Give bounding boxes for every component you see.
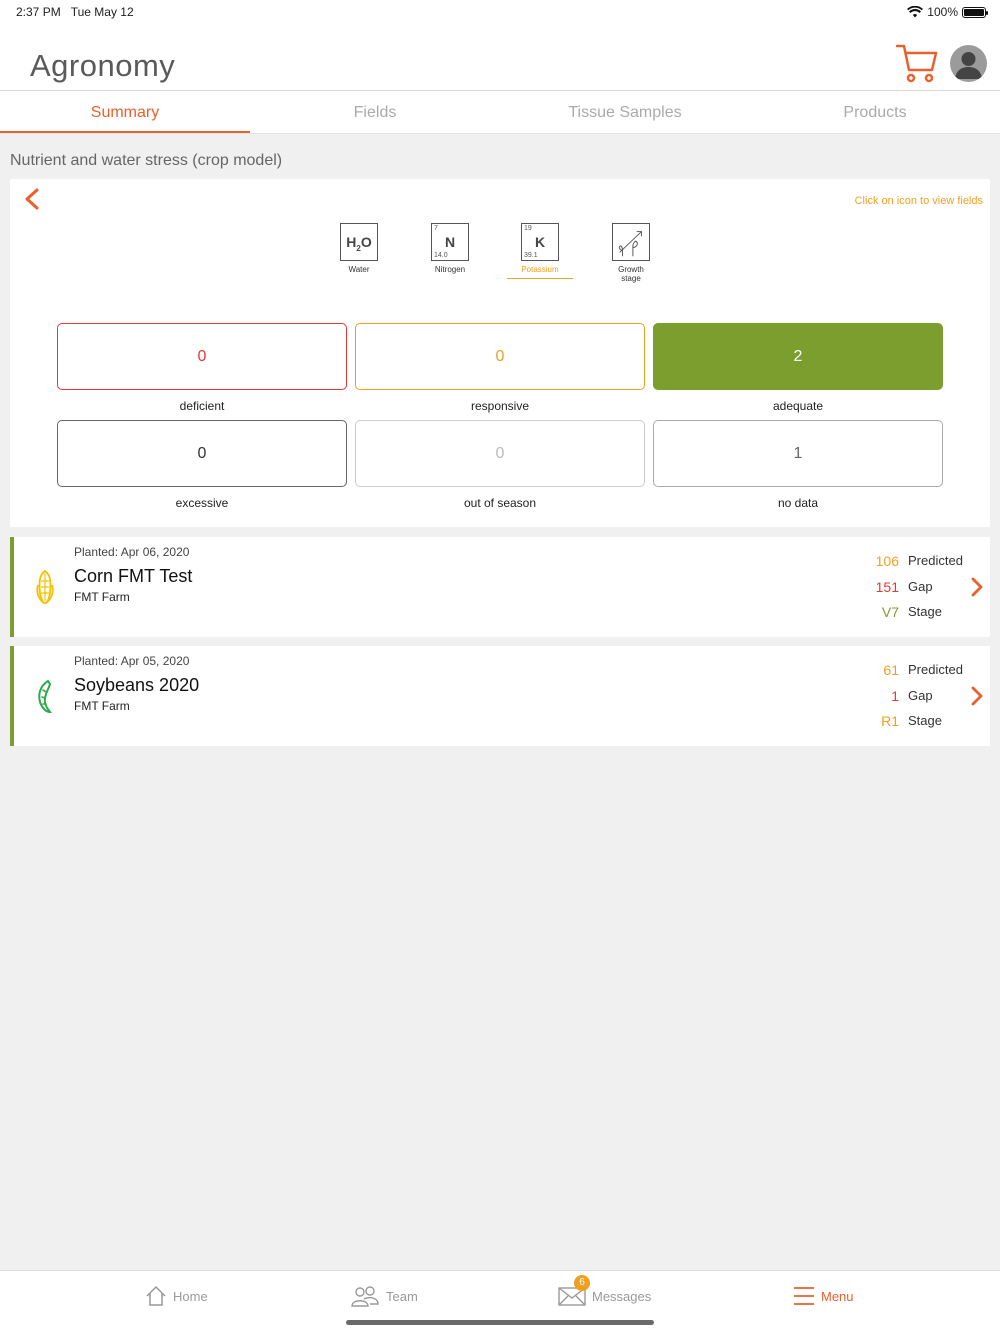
wifi-icon <box>907 6 924 18</box>
farm-name: FMT Farm <box>74 699 130 713</box>
metric-gap: 1 Gap <box>834 688 974 704</box>
nav-home[interactable]: Home <box>145 1285 208 1307</box>
stat-label: excessive <box>175 496 229 510</box>
battery-icon <box>962 6 988 18</box>
metric-label: Gap <box>908 579 933 594</box>
element-symbol: N <box>444 234 456 250</box>
stat-label: no data <box>777 496 819 510</box>
chevron-right-icon[interactable] <box>970 577 984 597</box>
page-title: Agronomy <box>30 48 176 83</box>
metric-value: 151 <box>875 579 899 595</box>
team-icon <box>351 1286 379 1307</box>
metric-stage: R1 Stage <box>834 713 974 729</box>
active-underline <box>507 278 573 279</box>
element-symbol: K <box>534 234 546 250</box>
home-icon <box>146 1286 166 1306</box>
field-card-corn[interactable]: Planted: Apr 06, 2020 Corn FMT Test FMT … <box>10 537 990 637</box>
chevron-right-icon[interactable] <box>970 686 984 706</box>
farm-name: FMT Farm <box>74 590 130 604</box>
nav-label: Home <box>173 1288 208 1304</box>
nav-menu[interactable]: Menu <box>793 1285 854 1307</box>
back-chevron-icon[interactable] <box>22 187 42 211</box>
tab-bar: Summary Fields Tissue Samples Products <box>0 90 1000 133</box>
metric-stage: V7 Stage <box>834 604 974 620</box>
water-icon: H2O <box>340 223 378 261</box>
metric-label: Stage <box>908 604 942 619</box>
atomic-mass: 14.0 <box>434 252 448 259</box>
app-header: Agronomy <box>0 24 1000 90</box>
tab-fields[interactable]: Fields <box>250 91 500 133</box>
menu-icon <box>794 1287 814 1305</box>
atomic-mass: 39.1 <box>524 252 538 259</box>
tab-products[interactable]: Products <box>750 91 1000 133</box>
metric-predicted: 106 Predicted <box>834 553 974 569</box>
planted-date: Planted: Apr 05, 2020 <box>74 654 190 668</box>
metric-value: 106 <box>875 553 899 569</box>
stat-adequate[interactable]: 2 <box>653 323 943 390</box>
hint-text: Click on icon to view fields <box>854 195 983 207</box>
stat-no-data[interactable]: 1 <box>653 420 943 487</box>
tab-tissue-samples[interactable]: Tissue Samples <box>500 91 750 133</box>
metric-value: 1 <box>891 688 899 704</box>
stat-label: adequate <box>772 399 824 413</box>
messages-badge: 6 <box>574 1275 590 1291</box>
status-time: 2:37 PM Tue May 12 <box>16 5 134 19</box>
metric-value: V7 <box>881 604 899 620</box>
nutrient-water[interactable]: H2O Water <box>319 223 399 274</box>
stat-label: out of season <box>463 496 537 510</box>
nav-team[interactable]: Team <box>350 1285 418 1307</box>
nutrient-label: Potassium <box>521 265 559 274</box>
stat-value: 1 <box>793 444 803 462</box>
stat-value: 0 <box>495 347 505 365</box>
metric-label: Predicted <box>908 662 963 677</box>
nutrient-growth-stage[interactable]: Growth stage <box>591 223 671 283</box>
metric-value: 61 <box>883 662 899 678</box>
growth-stage-icon <box>612 223 650 261</box>
stat-out-of-season[interactable]: 0 <box>355 420 645 487</box>
nav-label: Menu <box>821 1288 854 1304</box>
nutrient-label: Growth stage <box>618 265 644 283</box>
stat-deficient[interactable]: 0 <box>57 323 347 390</box>
avatar[interactable] <box>950 45 987 82</box>
stat-responsive[interactable]: 0 <box>355 323 645 390</box>
nutrient-nitrogen[interactable]: 7 N 14.0 Nitrogen <box>410 223 490 274</box>
soybean-icon <box>38 679 53 714</box>
status-bar: 2:37 PM Tue May 12 100% <box>0 0 1000 24</box>
stat-excessive[interactable]: 0 <box>57 420 347 487</box>
potassium-icon: 19 K 39.1 <box>521 223 559 261</box>
stress-summary-card: Click on icon to view fields H2O Water 7… <box>10 179 990 527</box>
battery-percent: 100% <box>927 5 958 19</box>
home-indicator[interactable] <box>346 1320 654 1325</box>
metric-predicted: 61 Predicted <box>834 662 974 678</box>
stat-label: deficient <box>179 399 225 413</box>
stat-label: responsive <box>470 399 530 413</box>
metric-label: Predicted <box>908 553 963 568</box>
user-icon <box>955 52 982 79</box>
section-title: Nutrient and water stress (crop model) <box>10 152 283 169</box>
metric-value: R1 <box>881 713 899 729</box>
metric-gap: 151 Gap <box>834 579 974 595</box>
planted-date: Planted: Apr 06, 2020 <box>74 545 190 559</box>
nav-label: Messages <box>592 1288 652 1304</box>
nitrogen-icon: 7 N 14.0 <box>431 223 469 261</box>
stat-value: 2 <box>793 347 803 365</box>
cart-icon[interactable] <box>896 42 938 84</box>
stat-value: 0 <box>495 444 505 462</box>
metric-label: Stage <box>908 713 942 728</box>
metric-label: Gap <box>908 688 933 703</box>
atomic-number: 19 <box>524 225 532 232</box>
nutrient-potassium[interactable]: 19 K 39.1 Potassium <box>500 223 580 279</box>
corn-icon <box>36 569 54 604</box>
atomic-number: 7 <box>434 225 438 232</box>
stat-value: 0 <box>197 444 207 462</box>
nutrient-label: Water <box>348 265 370 274</box>
field-name: Soybeans 2020 <box>74 675 200 695</box>
tab-summary[interactable]: Summary <box>0 91 250 133</box>
stat-value: 0 <box>197 347 207 365</box>
field-card-soybeans[interactable]: Planted: Apr 05, 2020 Soybeans 2020 FMT … <box>10 646 990 746</box>
nav-label: Team <box>386 1288 418 1304</box>
nav-messages[interactable]: 6 Messages <box>558 1275 652 1307</box>
field-name: Corn FMT Test <box>74 566 193 586</box>
nutrient-label: Nitrogen <box>434 265 466 274</box>
